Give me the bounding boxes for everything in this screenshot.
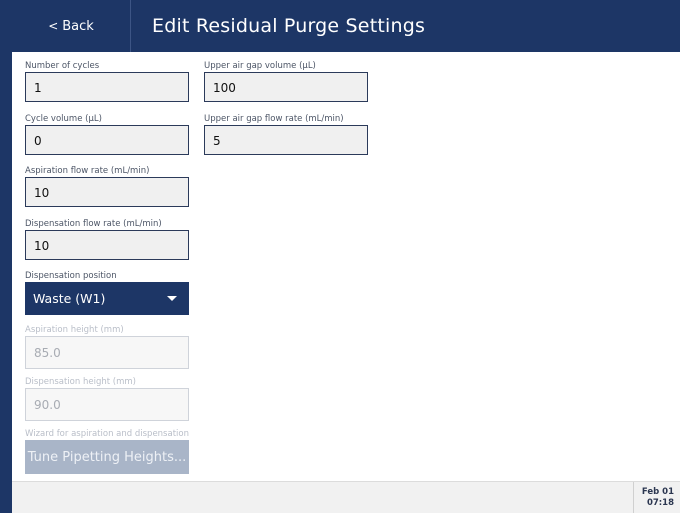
dispensation-height-input: 90.0 xyxy=(25,388,189,421)
dispensation-position-field: Dispensation position Waste (W1) xyxy=(25,270,189,315)
cycle-volume-label: Cycle volume (µL) xyxy=(25,114,102,124)
footer-bar: Feb 01 07:18 xyxy=(12,481,680,513)
tune-pipetting-heights-button[interactable]: Tune Pipetting Heights... xyxy=(25,440,189,474)
upper-air-gap-volume-label: Upper air gap volume (µL) xyxy=(204,61,316,71)
dispensation-position-label: Dispensation position xyxy=(25,271,117,281)
dispensation-position-dropdown[interactable]: Waste (W1) xyxy=(25,282,189,315)
upper-air-gap-volume-input[interactable]: 100 xyxy=(204,72,368,102)
number-of-cycles-field: Number of cycles 1 xyxy=(25,60,189,102)
app-window: < Back Edit Residual Purge Settings Numb… xyxy=(0,0,680,513)
clock: Feb 01 07:18 xyxy=(633,482,680,513)
dispensation-flow-rate-field: Dispensation flow rate (mL/min) 10 xyxy=(25,218,189,260)
aspiration-height-input: 85.0 xyxy=(25,336,189,369)
number-of-cycles-input[interactable]: 1 xyxy=(25,72,189,102)
back-label: Back xyxy=(62,18,94,34)
aspiration-height-field: Aspiration height (mm) 85.0 xyxy=(25,324,189,369)
header-bar: < Back Edit Residual Purge Settings xyxy=(12,0,680,52)
upper-air-gap-volume-field: Upper air gap volume (µL) 100 xyxy=(204,60,368,102)
cycle-volume-input[interactable]: 0 xyxy=(25,125,189,155)
upper-air-gap-flow-rate-input[interactable]: 5 xyxy=(204,125,368,155)
back-button[interactable]: < Back xyxy=(12,0,131,52)
aspiration-flow-rate-label: Aspiration flow rate (mL/min) xyxy=(25,166,150,176)
aspiration-flow-rate-field: Aspiration flow rate (mL/min) 10 xyxy=(25,165,189,207)
page-title: Edit Residual Purge Settings xyxy=(152,15,426,37)
dispensation-position-value: Waste (W1) xyxy=(33,291,106,306)
left-rail xyxy=(0,0,12,513)
wizard-field: Wizard for aspiration and dispensation T… xyxy=(25,428,189,474)
dispensation-flow-rate-label: Dispensation flow rate (mL/min) xyxy=(25,219,162,229)
dispensation-height-label: Dispensation height (mm) xyxy=(25,377,136,387)
number-of-cycles-label: Number of cycles xyxy=(25,61,100,71)
aspiration-flow-rate-input[interactable]: 10 xyxy=(25,177,189,207)
clock-date: Feb 01 xyxy=(641,486,674,497)
clock-time: 07:18 xyxy=(646,497,674,508)
upper-air-gap-flow-rate-field: Upper air gap flow rate (mL/min) 5 xyxy=(204,113,368,155)
settings-form: Number of cycles 1 Cycle volume (µL) 0 A… xyxy=(12,52,680,481)
chevron-left-icon: < xyxy=(48,19,59,33)
upper-air-gap-flow-rate-label: Upper air gap flow rate (mL/min) xyxy=(204,114,344,124)
dispensation-flow-rate-input[interactable]: 10 xyxy=(25,230,189,260)
dispensation-height-field: Dispensation height (mm) 90.0 xyxy=(25,376,189,421)
wizard-label: Wizard for aspiration and dispensation xyxy=(25,429,189,439)
caret-down-icon xyxy=(167,296,177,301)
aspiration-height-label: Aspiration height (mm) xyxy=(25,325,124,335)
cycle-volume-field: Cycle volume (µL) 0 xyxy=(25,113,189,155)
